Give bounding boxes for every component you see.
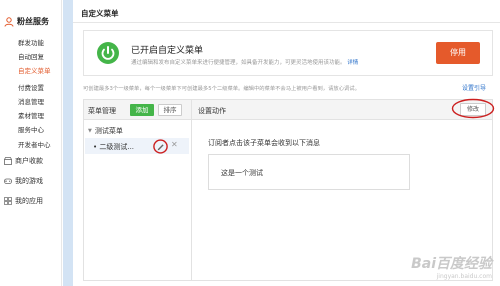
sort-menu-button[interactable]: 排序 — [158, 104, 182, 116]
sidebar-group-my-apps[interactable]: 我的应用 — [4, 196, 43, 206]
shop-icon — [4, 157, 12, 165]
pencil-icon[interactable] — [153, 139, 168, 154]
page-title: 自定义菜单 — [81, 9, 119, 18]
sidebar-group-my-games[interactable]: 我的游戏 — [4, 176, 43, 186]
child-menu-text: 二级测试... — [99, 143, 135, 151]
message-preview-box: 这是一个测试 — [208, 154, 410, 190]
menu-management-title: 菜单管理 — [88, 107, 116, 115]
group-label-games: 我的游戏 — [15, 177, 43, 185]
parent-menu-label: 测试菜单 — [94, 127, 123, 135]
apps-icon — [4, 197, 12, 205]
details-link[interactable]: 详情 — [347, 60, 358, 66]
check-circle-icon — [97, 42, 119, 64]
delete-icon[interactable]: ✕ — [171, 141, 178, 149]
sidebar-item-message-management[interactable]: 消息管理 — [18, 96, 44, 106]
sidebar-item-service-center[interactable]: 服务中心 — [18, 124, 44, 134]
sidebar-item-custom-menu[interactable]: 自定义菜单 — [18, 65, 51, 75]
fans-service-header[interactable]: 粉丝服务 — [4, 16, 49, 27]
status-banner: 已开启自定义菜单 通过编辑和发布自定义菜单来进行便捷管理，如具备开发能力，可更灵… — [83, 30, 493, 76]
banner-description: 通过编辑和发布自定义菜单来进行便捷管理，如具备开发能力，可更灵活地使用该功能。 … — [131, 58, 358, 66]
action-settings-title: 设置动作 — [198, 107, 226, 115]
title-divider — [73, 22, 500, 23]
banner-title: 已开启自定义菜单 — [131, 46, 204, 56]
banner-desc-text: 通过编辑和发布自定义菜单来进行便捷管理，如具备开发能力，可更灵活地使用该功能。 — [131, 60, 346, 66]
menu-item-child[interactable]: • 二级测试... ✕ — [85, 138, 189, 154]
watermark-url: jingyan.baidu.com — [436, 273, 492, 280]
watermark: Bai百度经验 jingyan.baidu.com — [411, 253, 492, 280]
sidebar-item-mass-send[interactable]: 群发功能 — [18, 37, 44, 47]
main-content: 自定义菜单 已开启自定义菜单 通过编辑和发布自定义菜单来进行便捷管理，如具备开发… — [73, 0, 500, 286]
menu-management-column: 菜单管理 添加 排序 ▼ 测试菜单 • 二级测试... ✕ — [84, 100, 192, 280]
add-menu-button[interactable]: 添加 — [130, 104, 154, 116]
menu-item-parent[interactable]: ▼ 测试菜单 — [88, 126, 123, 136]
annotation-ring-icon — [451, 98, 495, 119]
message-content: 这是一个测试 — [221, 169, 263, 177]
sidebar-item-material-management[interactable]: 素材管理 — [18, 110, 44, 120]
disable-menu-button[interactable]: 停用 — [436, 42, 480, 64]
left-sidebar: 粉丝服务 群发功能 自动回复 自定义菜单 付费设置 消息管理 素材管理 服务中心… — [0, 0, 62, 286]
sidebar-group-merchant-payment[interactable]: 商户收款 — [4, 156, 43, 166]
watermark-logo: Bai百度经验 — [411, 256, 492, 272]
caret-down-icon: ▼ — [88, 128, 92, 134]
subscriber-message-text: 订阅者点击该子菜单会收到以下消息 — [208, 139, 320, 147]
fans-icon — [4, 16, 14, 27]
gamepad-icon — [4, 178, 12, 184]
setup-guide-link[interactable]: 设置引导 — [462, 83, 486, 92]
sidebar-item-auto-reply[interactable]: 自动回复 — [18, 51, 44, 61]
menu-notice: 可创建最多3个一级菜单，每个一级菜单下可创建最多5个二级菜单。编辑中的菜单不会马… — [83, 86, 360, 92]
sidebar-item-developer-center[interactable]: 开发者中心 — [18, 139, 51, 149]
group-label-apps: 我的应用 — [15, 197, 43, 205]
section-title: 粉丝服务 — [17, 17, 49, 26]
sidebar-item-payment-settings[interactable]: 付费设置 — [18, 82, 44, 92]
child-menu-label: • 二级测试... — [93, 143, 135, 151]
group-label-merchant: 商户收款 — [15, 157, 43, 165]
sidebar-divider-strip — [63, 0, 73, 286]
